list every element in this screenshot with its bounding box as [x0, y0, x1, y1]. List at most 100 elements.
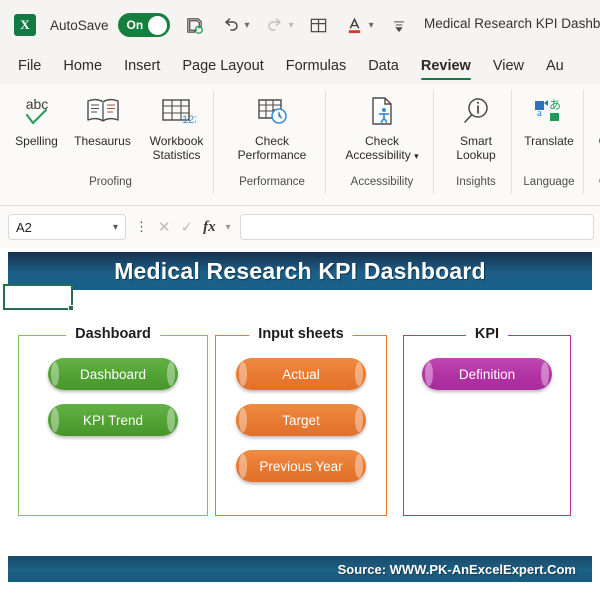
svg-text:123: 123: [182, 114, 196, 126]
tab-insert[interactable]: Insert: [124, 58, 160, 76]
button-target[interactable]: Target: [236, 404, 366, 436]
tab-review[interactable]: Review: [420, 58, 471, 80]
smart-lookup-icon: [458, 90, 494, 134]
ribbon-button-spelling[interactable]: abc Spelling: [4, 90, 70, 148]
tab-page-layout[interactable]: Page Layout: [182, 58, 263, 76]
ribbon-group-performance: Check Performance Performance: [222, 84, 322, 206]
check-accessibility-icon: [364, 90, 400, 134]
check-performance-icon: [253, 90, 291, 134]
ribbon-label-spelling: Spelling: [15, 134, 58, 148]
ribbon-group-insights: Smart Lookup Insights: [441, 84, 511, 206]
tab-view[interactable]: View: [493, 58, 524, 76]
ribbon-group-name-language: Language: [523, 176, 575, 188]
redo-icon: [264, 14, 286, 36]
ribbon-group-comments: C C: [588, 84, 600, 206]
ribbon: abc Spelling Thesaurus 12 Workbook Stati…: [0, 84, 600, 206]
chevron-down-icon[interactable]: ▾: [414, 151, 419, 161]
enter-check-icon: ✓: [180, 219, 194, 236]
cancel-x-icon: ✕: [158, 219, 171, 236]
ribbon-group-separator: [433, 90, 434, 194]
ribbon-button-smart-lookup[interactable]: Smart Lookup: [443, 90, 509, 162]
ribbon-label-check-accessibility: Check Accessibility ▾: [341, 134, 423, 163]
button-label: Actual: [282, 366, 320, 382]
autosave-state-label: On: [126, 18, 144, 32]
ribbon-label-text: Check Accessibility: [345, 134, 411, 162]
source-text: Source: WWW.PK-AnExcelExpert.Com: [337, 561, 576, 577]
table-icon[interactable]: [308, 14, 330, 36]
name-box[interactable]: A2 ▾: [8, 214, 126, 240]
ribbon-label-check-performance: Check Performance: [237, 134, 307, 162]
document-title[interactable]: Medical Research KPI Dashb...: [424, 16, 600, 31]
source-footer-bar: Source: WWW.PK-AnExcelExpert.Com: [8, 556, 592, 582]
font-color-icon[interactable]: [344, 14, 366, 36]
fill-handle[interactable]: [68, 305, 74, 311]
button-definition[interactable]: Definition: [422, 358, 552, 390]
tab-file[interactable]: File: [18, 58, 41, 76]
ribbon-group-name-proofing: Proofing: [89, 176, 132, 188]
button-kpi-trend[interactable]: KPI Trend: [48, 404, 178, 436]
name-box-value: A2: [16, 219, 32, 235]
dashboard-title-banner: Medical Research KPI Dashboard: [8, 252, 592, 290]
redo-chevron-down-icon: ▾: [288, 19, 294, 31]
ribbon-button-check-performance[interactable]: Check Performance: [231, 90, 313, 162]
excel-logo-icon: X: [14, 14, 36, 36]
ribbon-label-translate: Translate: [524, 134, 574, 148]
autosave-toggle[interactable]: On: [117, 13, 170, 37]
undo-chevron-down-icon[interactable]: ▾: [245, 20, 250, 31]
title-bar: X AutoSave On ▾ ▾ ▾ Medical Research KPI…: [0, 0, 600, 50]
ribbon-group-language: a あ Translate Language: [515, 84, 583, 206]
save-icon[interactable]: [184, 14, 206, 36]
svg-text:あ: あ: [549, 98, 561, 112]
ribbon-tabs: File Home Insert Page Layout Formulas Da…: [0, 50, 600, 84]
autosave-label: AutoSave: [50, 17, 109, 33]
ribbon-group-name-accessibility: Accessibility: [350, 176, 414, 188]
toggle-knob: [148, 15, 168, 35]
tab-data[interactable]: Data: [368, 58, 399, 76]
ribbon-button-workbook-statistics[interactable]: 123 Workbook Statistics: [136, 90, 218, 162]
panel-dashboard: Dashboard Dashboard KPI Trend: [18, 326, 208, 516]
panel-title-dashboard: Dashboard: [66, 326, 160, 342]
button-dashboard[interactable]: Dashboard: [48, 358, 178, 390]
ribbon-group-name-performance: Performance: [239, 176, 305, 188]
more-options-icon[interactable]: ⋮: [135, 220, 148, 233]
panel-input-sheets: Input sheets Actual Target Previous Year: [215, 326, 387, 516]
ribbon-label-workbook-statistics: Workbook Statistics: [149, 134, 204, 162]
excel-window: X AutoSave On ▾ ▾ ▾ Medical Research KPI…: [0, 0, 600, 594]
ribbon-button-comments[interactable]: C: [588, 90, 600, 148]
formula-bar: A2 ▾ ⋮ ✕ ✓ fx ▾: [0, 206, 600, 248]
button-label: Previous Year: [259, 458, 343, 474]
ribbon-group-separator: [325, 90, 326, 194]
tab-formulas[interactable]: Formulas: [286, 58, 346, 76]
ribbon-group-separator: [583, 90, 584, 194]
translate-icon: a あ: [531, 90, 567, 134]
spelling-abc-check-icon: abc: [17, 90, 57, 134]
tab-home[interactable]: Home: [63, 58, 102, 76]
page-title: Medical Research KPI Dashboard: [114, 257, 486, 284]
button-previous-year[interactable]: Previous Year: [236, 450, 366, 482]
panel-buttons: Definition: [403, 358, 571, 390]
chevron-down-icon[interactable]: ▾: [113, 222, 118, 233]
ribbon-button-check-accessibility[interactable]: Check Accessibility ▾: [341, 90, 423, 163]
panel-buttons: Actual Target Previous Year: [215, 358, 387, 482]
customize-quick-access-icon[interactable]: [388, 14, 410, 36]
worksheet-area: Medical Research KPI Dashboard Dashboard…: [0, 248, 600, 594]
panel-buttons: Dashboard KPI Trend: [18, 358, 208, 436]
insert-function-icon[interactable]: fx: [203, 219, 216, 236]
ribbon-group-name-insights: Insights: [456, 176, 496, 188]
ribbon-group-accessibility: Check Accessibility ▾ Accessibility: [333, 84, 431, 206]
font-color-chevron-down-icon[interactable]: ▾: [369, 20, 374, 31]
workbook-statistics-icon: 123: [158, 90, 196, 134]
ribbon-button-thesaurus[interactable]: Thesaurus: [70, 90, 136, 148]
chevron-down-icon[interactable]: ▾: [226, 222, 231, 233]
tab-automate[interactable]: Au: [546, 58, 564, 76]
formula-input[interactable]: [239, 214, 594, 240]
button-label: Target: [282, 412, 320, 428]
undo-icon[interactable]: [220, 14, 242, 36]
selected-cell-a2[interactable]: [3, 284, 74, 311]
ribbon-button-translate[interactable]: a あ Translate: [516, 90, 582, 148]
button-actual[interactable]: Actual: [236, 358, 366, 390]
panel-title-kpi: KPI: [465, 326, 509, 342]
ribbon-label-thesaurus: Thesaurus: [74, 134, 131, 148]
button-label: Dashboard: [79, 366, 147, 382]
thesaurus-book-icon: [84, 90, 122, 134]
